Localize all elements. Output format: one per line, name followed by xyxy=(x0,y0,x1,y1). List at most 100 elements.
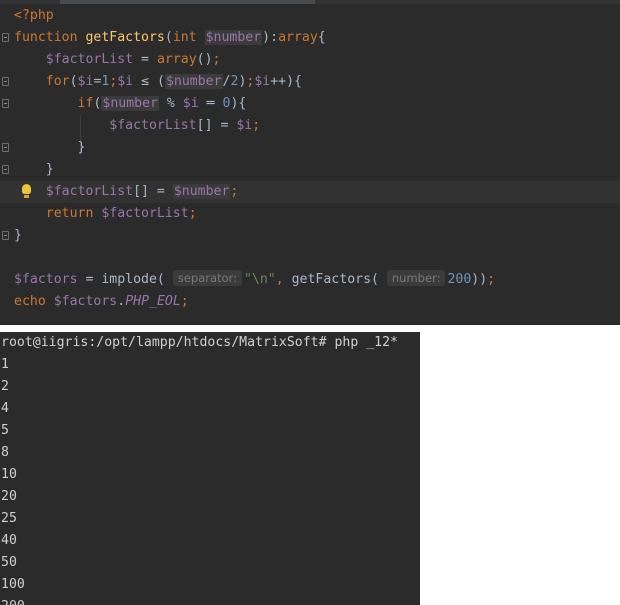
code-token: } xyxy=(14,140,86,155)
code-line[interactable]: if($number % $i ═ 0){ xyxy=(0,93,620,115)
code-token: } xyxy=(14,162,54,177)
code-token: , xyxy=(275,272,284,287)
parameter-hint: number: xyxy=(386,270,446,286)
fold-end-icon[interactable] xyxy=(2,143,9,152)
code-token: getFactors( xyxy=(283,272,387,287)
code-token: } xyxy=(14,228,22,243)
code-token: () xyxy=(196,52,213,67)
fold-toggle-icon[interactable] xyxy=(2,99,9,108)
fold-end-icon[interactable] xyxy=(2,231,9,240)
terminal-output-line: 200 xyxy=(0,596,420,605)
fold-end-icon[interactable] xyxy=(2,165,9,174)
code-line[interactable]: $factorList[] = $i; xyxy=(0,115,620,137)
code-area[interactable]: <?php function getFactors(int $number):a… xyxy=(0,5,620,313)
code-token: $i xyxy=(77,74,94,89)
parameter-hint: separator: xyxy=(172,270,242,286)
code-token: $i xyxy=(117,74,134,89)
terminal-output-line: 2 xyxy=(1,379,9,394)
code-token: $factorList xyxy=(45,52,134,67)
terminal-output-line: 50 xyxy=(1,555,17,570)
code-line[interactable]: $factorList = array(); xyxy=(0,49,620,71)
code-token: $i xyxy=(236,118,253,133)
code-token: ; xyxy=(180,294,189,309)
code-token: $number xyxy=(101,96,159,111)
code-line[interactable]: echo $factors.PHP_EOL; xyxy=(0,291,620,313)
code-line[interactable]: } xyxy=(0,225,620,247)
code-line[interactable]: for($i=1;$i ≤ ($number/2);$i++){ xyxy=(0,71,620,93)
code-token: 200 xyxy=(447,272,472,287)
code-line[interactable]: } xyxy=(0,137,620,159)
terminal-prompt: root@iigris:/opt/lampp/htdocs/MatrixSoft… xyxy=(1,335,398,350)
lightbulb-icon[interactable] xyxy=(22,184,31,198)
code-token: "\n" xyxy=(243,272,276,287)
code-token: ; xyxy=(230,184,239,199)
code-token: array xyxy=(278,30,318,45)
code-token: $i xyxy=(254,74,271,89)
code-token: [] = xyxy=(196,118,237,133)
code-token: $factors xyxy=(53,294,118,309)
code-token: ; xyxy=(188,206,197,221)
horizontal-scrollbar[interactable] xyxy=(0,0,620,4)
terminal-output-line: 8 xyxy=(1,445,9,460)
terminal-output-line: 40 xyxy=(1,533,17,548)
code-token: $factorList xyxy=(109,118,197,133)
code-token: ; xyxy=(252,118,261,133)
code-token: = implode( xyxy=(77,272,173,287)
code-line-current[interactable]: $factorList[] = $number; xyxy=(0,181,620,203)
code-line[interactable]: $factors = implode( separator: "\n", getF… xyxy=(0,269,620,291)
code-token: if xyxy=(77,96,94,111)
code-token: . xyxy=(117,294,126,309)
code-line[interactable]: } xyxy=(0,159,620,181)
code-token: )) xyxy=(471,272,488,287)
terminal-panel[interactable]: root@iigris:/opt/lampp/htdocs/MatrixSoft… xyxy=(0,332,420,605)
code-token: ( xyxy=(69,74,78,89)
code-token: ( xyxy=(164,30,173,45)
code-token: [] = xyxy=(133,184,173,199)
fold-toggle-icon[interactable] xyxy=(2,77,9,86)
code-token: $factorList xyxy=(45,184,134,199)
code-editor[interactable]: <?php function getFactors(int $number):a… xyxy=(0,0,620,325)
code-token: for xyxy=(45,74,70,89)
scrollbar-thumb[interactable] xyxy=(60,0,315,4)
code-token: $number xyxy=(204,30,263,45)
terminal-output-line: 5 xyxy=(1,423,9,438)
code-token: $i xyxy=(182,96,199,111)
code-token: ≤ ( xyxy=(133,74,165,89)
code-token: ++){ xyxy=(270,74,302,89)
code-token: { xyxy=(317,30,326,45)
terminal-output-line: 20 xyxy=(1,489,17,504)
code-token: echo xyxy=(14,294,54,309)
code-token: ){ xyxy=(230,96,247,111)
code-token: ; xyxy=(487,272,496,287)
terminal-output-line: 100 xyxy=(1,577,25,592)
code-line[interactable] xyxy=(0,247,620,269)
code-token: $number xyxy=(172,184,231,199)
code-token: ): xyxy=(262,30,279,45)
code-token: ═ xyxy=(198,96,223,111)
fold-toggle-icon[interactable] xyxy=(2,33,9,42)
terminal-output: 1 2 4 5 8 10 20 25 40 50 100 200 xyxy=(0,354,420,605)
code-token: getFactors xyxy=(85,30,165,45)
code-token: $factors xyxy=(14,272,78,287)
code-line[interactable]: <?php xyxy=(0,5,620,27)
code-token: return xyxy=(45,206,102,221)
code-token: % xyxy=(158,96,183,111)
code-line[interactable]: function getFactors(int $number):array{ xyxy=(0,27,620,49)
code-token: PHP_EOL xyxy=(125,294,181,309)
code-line[interactable]: return $factorList; xyxy=(0,203,620,225)
terminal-output-line: 4 xyxy=(1,401,9,416)
code-token: <?php xyxy=(14,8,54,23)
code-token: int xyxy=(172,30,205,45)
code-token: array xyxy=(156,52,197,67)
code-token: ; xyxy=(212,52,221,67)
code-token: $number xyxy=(164,74,223,89)
terminal-output-line: 1 xyxy=(1,357,9,372)
code-token: $factorList xyxy=(101,206,189,221)
code-token: function xyxy=(14,30,86,45)
terminal-output-line: 25 xyxy=(1,511,17,526)
